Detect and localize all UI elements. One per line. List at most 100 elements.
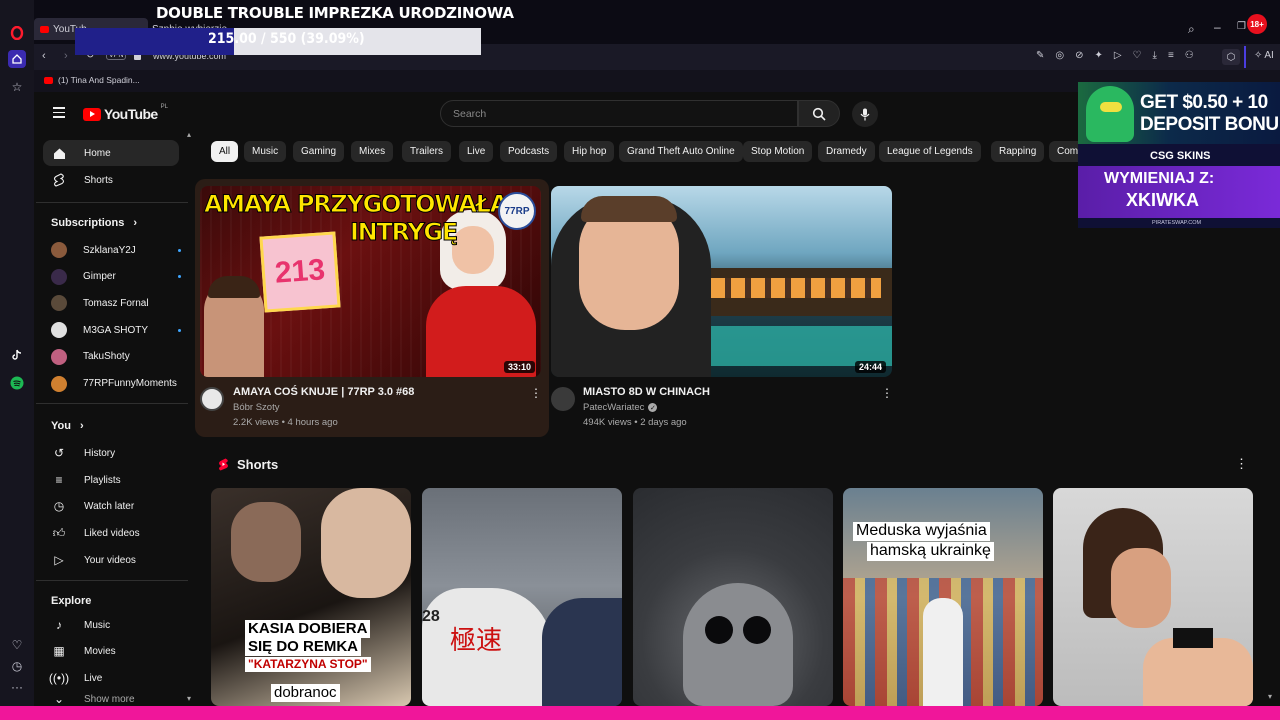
sidebar-item-label: Shorts bbox=[84, 174, 113, 186]
home-icon[interactable] bbox=[8, 50, 26, 68]
short-person bbox=[923, 598, 963, 706]
channel-avatar[interactable] bbox=[200, 387, 224, 411]
heart-icon[interactable]: ♡ bbox=[8, 636, 26, 654]
chip-gaming[interactable]: Gaming bbox=[293, 141, 345, 162]
sidebar-item-watch-later[interactable]: ◷ Watch later bbox=[43, 493, 179, 519]
age-rating-badge: 18+ bbox=[1247, 14, 1267, 34]
sidebar-item-history[interactable]: ↺ History bbox=[43, 440, 179, 466]
subscription-item[interactable]: 77RPFunnyMoments bbox=[51, 374, 191, 394]
channel-avatar[interactable] bbox=[551, 387, 575, 411]
opera-logo-icon[interactable] bbox=[8, 24, 26, 42]
search-input[interactable]: Search bbox=[440, 100, 798, 127]
more-icon[interactable]: ··· bbox=[8, 678, 26, 696]
sidebar-item-movies[interactable]: ▦ Movies bbox=[43, 638, 179, 664]
history-icon[interactable]: ◷ bbox=[8, 657, 26, 675]
video-thumbnail[interactable]: 24:44 bbox=[551, 186, 892, 377]
sidebar-scroll-up-icon[interactable]: ▴ bbox=[187, 130, 191, 139]
chip-podcasts[interactable]: Podcasts bbox=[500, 141, 558, 162]
forward-icon[interactable]: › bbox=[64, 50, 68, 62]
subscription-item[interactable]: SzklanaY2J bbox=[51, 240, 191, 260]
tiktok-icon[interactable] bbox=[8, 346, 26, 364]
search-placeholder: Search bbox=[453, 108, 487, 120]
ad-banner[interactable]: GET $0.50 + 10 DEPOSIT BONU CSG SKINS WY… bbox=[1078, 82, 1280, 228]
short-card[interactable]: Meduska wyjaśnia hamską ukrainkę bbox=[843, 488, 1043, 706]
short-person-1 bbox=[231, 502, 301, 582]
sidebar-item-home[interactable]: Home bbox=[43, 140, 179, 166]
channel-name: Gimper bbox=[83, 271, 116, 283]
chip-grand-theft-auto-online[interactable]: Grand Theft Auto Online bbox=[619, 141, 743, 162]
sidebar-item-music[interactable]: ♪ Music bbox=[43, 612, 179, 638]
chip-mixes[interactable]: Mixes bbox=[351, 141, 394, 162]
sidebar-item-label: Movies bbox=[84, 645, 116, 657]
donation-goal-text: 215.00 / 550 (39.09%) bbox=[208, 31, 365, 47]
video-menu-icon[interactable]: ⋮ bbox=[881, 386, 893, 400]
chip-rapping[interactable]: Rapping bbox=[991, 141, 1045, 162]
extension-icon[interactable]: ⬡ bbox=[1222, 49, 1240, 65]
sidebar-item-label: Live bbox=[84, 672, 103, 684]
video-stats: 494K views • 2 days ago bbox=[583, 417, 687, 428]
back-icon[interactable]: ‹ bbox=[42, 50, 46, 62]
minimize-icon[interactable]: – bbox=[1214, 20, 1221, 34]
short-card[interactable]: KASIA DOBIERA SIĘ DO REMKA "KATARZYNA ST… bbox=[211, 488, 411, 706]
sidebar-item-liked-videos[interactable]: 👍︎ Liked videos bbox=[43, 520, 179, 546]
your-videos-icon: ▷ bbox=[54, 553, 64, 567]
short-caption: hamską ukrainkę bbox=[867, 542, 994, 561]
ad-headline-2: DEPOSIT BONU bbox=[1140, 114, 1279, 135]
sidebar-item-shorts[interactable]: Shorts bbox=[43, 167, 179, 193]
subscription-item[interactable]: M3GA SHOTY bbox=[51, 320, 191, 340]
shorts-icon bbox=[52, 173, 66, 187]
chip-hip-hop[interactable]: Hip hop bbox=[564, 141, 615, 162]
short-card[interactable] bbox=[633, 488, 833, 706]
subscription-item[interactable]: Tomasz Fornal bbox=[51, 293, 191, 313]
thumb-headline: AMAYA PRZYGOTOWAŁA bbox=[203, 190, 508, 219]
subscription-item[interactable]: TakuShoty bbox=[51, 347, 191, 367]
video-title[interactable]: AMAYA COŚ KNUJE | 77RP 3.0 #68 bbox=[233, 386, 414, 398]
ai-button[interactable]: ✧ AI bbox=[1254, 50, 1274, 61]
ad-mascot-eyes bbox=[1100, 102, 1122, 112]
chip-stop-motion[interactable]: Stop Motion bbox=[743, 141, 813, 162]
video-channel[interactable]: Bóbr Szoty bbox=[233, 402, 279, 413]
you-header[interactable]: You › bbox=[51, 420, 84, 432]
chip-league-of-legends[interactable]: League of Legends bbox=[879, 141, 981, 162]
sidebar-scroll-down-icon[interactable]: ▾ bbox=[187, 694, 191, 703]
spotify-icon[interactable] bbox=[8, 374, 26, 392]
short-caption: KASIA DOBIERA bbox=[245, 620, 371, 638]
sidebar-item-show-more[interactable]: ⌄ Show more bbox=[43, 692, 179, 706]
subscriptions-header[interactable]: Subscriptions › bbox=[51, 217, 137, 229]
chip-dramedy[interactable]: Dramedy bbox=[818, 141, 875, 162]
short-caption: dobranoc bbox=[271, 684, 340, 702]
video-channel-row[interactable]: PatecWariatec ✓ bbox=[583, 402, 658, 413]
subscription-item[interactable]: Gimper bbox=[51, 267, 191, 287]
bookmark-item[interactable]: (1) Tina And Spadin... bbox=[44, 75, 140, 85]
short-caption: SIĘ DO REMKA bbox=[245, 638, 362, 656]
video-thumbnail[interactable]: 213 AMAYA PRZYGOTOWAŁA INTRYGĘ 77RP 33:1… bbox=[200, 186, 541, 377]
video-title[interactable]: MIASTO 8D W CHINACH bbox=[583, 386, 710, 398]
short-spider-body bbox=[683, 583, 793, 706]
chip-trailers[interactable]: Trailers bbox=[402, 141, 451, 162]
playlist-icon: ≡ bbox=[55, 473, 63, 487]
chip-live[interactable]: Live bbox=[459, 141, 494, 162]
chip-all[interactable]: All bbox=[211, 141, 239, 162]
search-tabs-icon[interactable]: ⌕ bbox=[1188, 22, 1195, 37]
shorts-menu-icon[interactable]: ⋮ bbox=[1235, 456, 1248, 472]
video-views: 494K views bbox=[583, 417, 632, 428]
youtube-logo[interactable]: YouTube PL bbox=[83, 104, 168, 122]
star-icon[interactable]: ☆ bbox=[8, 78, 26, 96]
search-button[interactable] bbox=[798, 100, 840, 127]
shorts-section-header: Shorts bbox=[218, 457, 278, 472]
sidebar-item-your-videos[interactable]: ▷ Your videos bbox=[43, 547, 179, 573]
short-card[interactable]: 28 極速 bbox=[422, 488, 622, 706]
voice-search-button[interactable] bbox=[852, 101, 878, 127]
toolbar-icons[interactable]: ✎◎⊘✦▷♡⤓≡⚇ bbox=[1036, 50, 1205, 61]
video-menu-icon[interactable]: ⋮ bbox=[530, 386, 542, 400]
thumb-water bbox=[701, 326, 892, 366]
verified-check-icon: ✓ bbox=[648, 403, 658, 412]
sidebar-item-playlists[interactable]: ≡ Playlists bbox=[43, 467, 179, 493]
short-card[interactable] bbox=[1053, 488, 1253, 706]
hamburger-menu-icon[interactable] bbox=[53, 107, 65, 118]
sidebar-item-live[interactable]: ((•)) Live bbox=[43, 665, 179, 691]
restore-icon[interactable]: ❐ bbox=[1237, 21, 1246, 32]
chip-music[interactable]: Music bbox=[244, 141, 287, 162]
short-spider-eye bbox=[743, 616, 771, 644]
page-scroll-down-icon[interactable]: ▾ bbox=[1268, 692, 1272, 701]
